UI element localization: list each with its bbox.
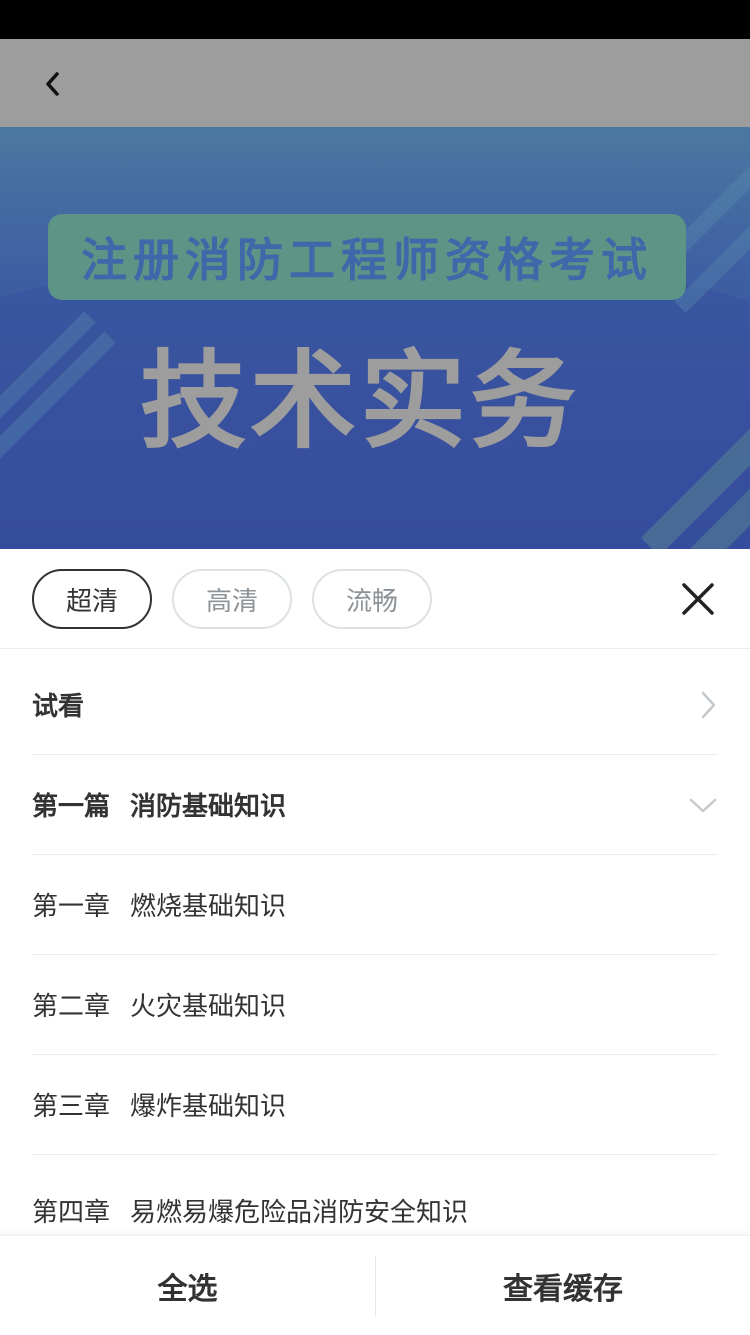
- part-name: 消防基础知识: [130, 792, 287, 822]
- part-label: 第一篇 消防基础知识: [32, 786, 286, 823]
- chapter-label: 第四章 易燃易爆危险品消防安全知识: [32, 1192, 468, 1229]
- status-bar: [0, 0, 750, 39]
- list-item-chapter[interactable]: 第三章 爆炸基础知识: [32, 1055, 718, 1155]
- chapter-name: 爆炸基础知识: [130, 1092, 287, 1122]
- chapter-name: 火灾基础知识: [130, 992, 287, 1022]
- chevron-down-icon: [689, 798, 717, 812]
- chapter-prefix: 第二章: [32, 992, 111, 1022]
- list-item-part-1[interactable]: 第一篇 消防基础知识: [32, 755, 718, 855]
- chapter-name: 易燃易爆危险品消防安全知识: [130, 1197, 469, 1228]
- chevron-left-icon: [46, 72, 59, 96]
- chapter-label: 第二章 火灾基础知识: [32, 986, 286, 1023]
- chapter-label: 第一章 燃烧基础知识: [32, 886, 286, 923]
- close-icon: [682, 583, 714, 615]
- list-item-chapter[interactable]: 第一章 燃烧基础知识: [32, 855, 718, 955]
- back-button[interactable]: [30, 61, 76, 107]
- course-banner: 注册消防工程师资格考试 技术实务: [0, 127, 750, 549]
- view-cache-button[interactable]: 查看缓存: [376, 1236, 750, 1335]
- part-prefix: 第一篇: [32, 792, 111, 822]
- list-item-chapter[interactable]: 第二章 火灾基础知识: [32, 955, 718, 1055]
- banner-title: 技术实务: [140, 340, 580, 463]
- chevron-right-icon: [701, 691, 716, 718]
- top-nav-bar: [0, 39, 750, 127]
- quality-option-smooth[interactable]: 流畅: [312, 569, 432, 629]
- download-sheet: 超清 高清 流畅 试看 第一篇 消防基础知识 第一章 燃烧基础知识 第二章 火灾…: [0, 549, 750, 1335]
- chapter-prefix: 第一章: [32, 892, 111, 922]
- chapter-prefix: 第四章: [32, 1197, 111, 1228]
- chapter-label: 第三章 爆炸基础知识: [32, 1086, 286, 1123]
- chapter-name: 燃烧基础知识: [130, 892, 287, 922]
- trial-label: 试看: [32, 692, 85, 722]
- chapter-prefix: 第三章: [32, 1092, 111, 1122]
- list-item-trial[interactable]: 试看: [32, 655, 718, 755]
- quality-option-high[interactable]: 高清: [172, 569, 292, 629]
- quality-option-ultra[interactable]: 超清: [32, 569, 152, 629]
- select-all-button[interactable]: 全选: [0, 1236, 375, 1335]
- quality-selector: 超清 高清 流畅: [0, 549, 750, 649]
- banner-subtitle: 注册消防工程师资格考试: [48, 214, 686, 300]
- bottom-action-bar: 全选 查看缓存: [0, 1235, 750, 1335]
- close-button[interactable]: [676, 577, 720, 621]
